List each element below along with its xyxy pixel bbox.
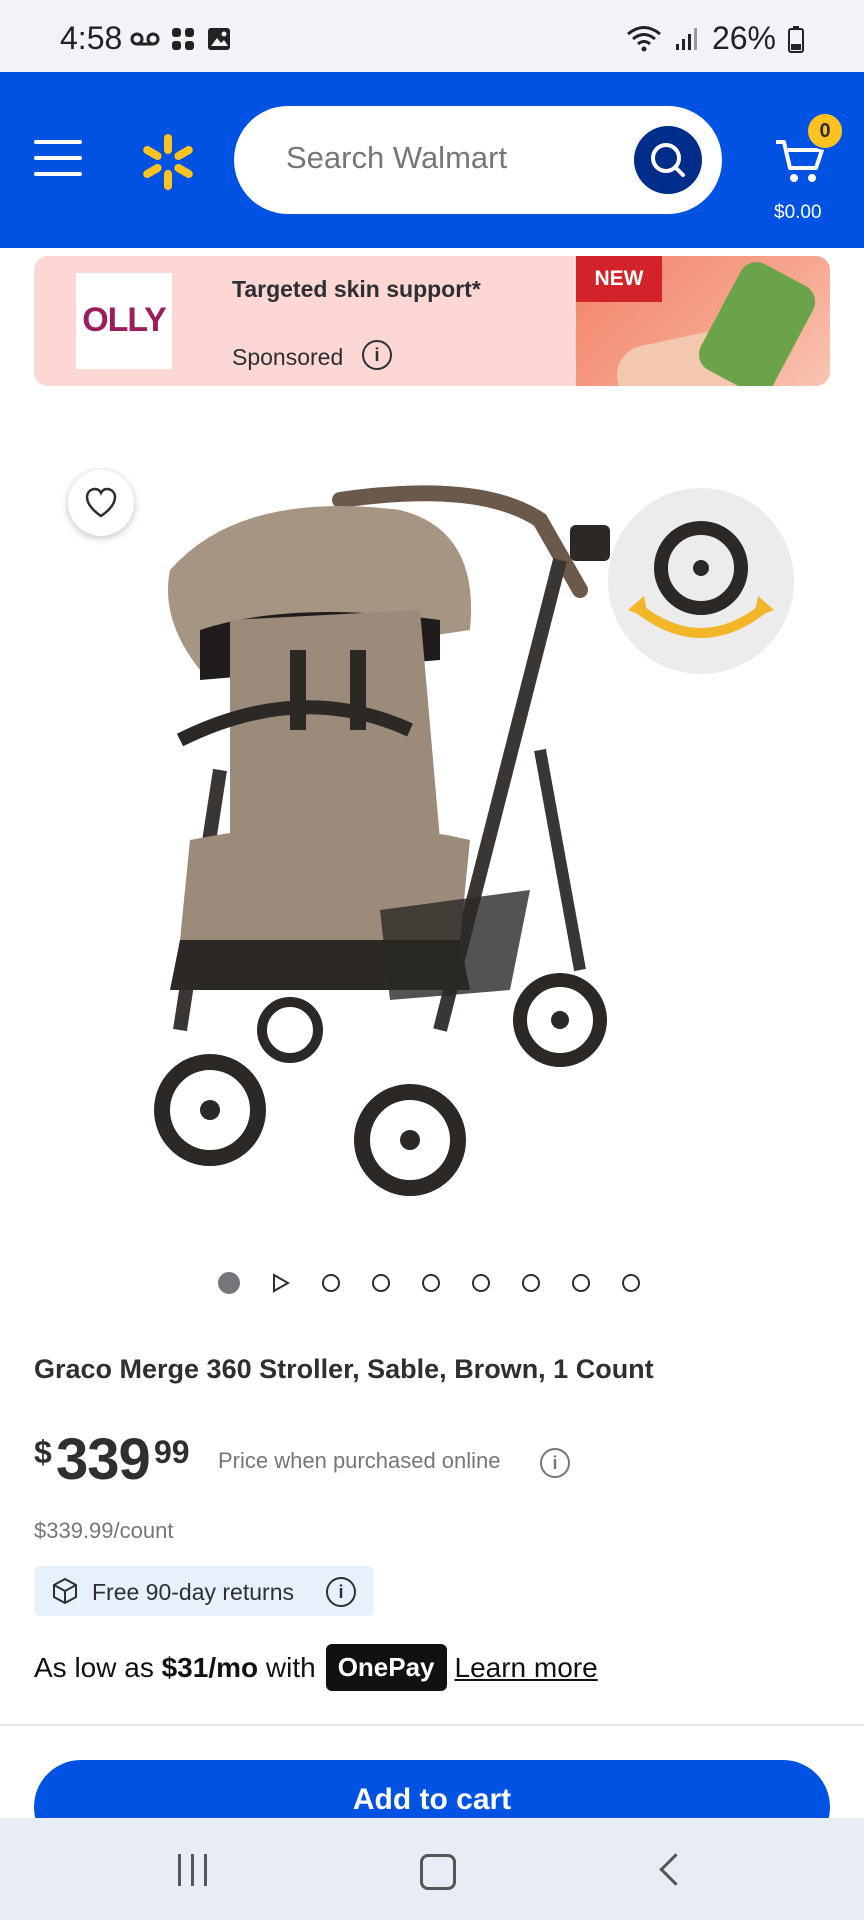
cart-total: $0.00	[774, 202, 822, 223]
swivel-wheel-icon	[628, 521, 774, 638]
image-carousel-dots	[218, 1272, 672, 1294]
financing-with: with	[265, 1651, 316, 1683]
supplement-bottle-image	[692, 256, 822, 386]
price-cents: 99	[154, 1434, 190, 1470]
system-nav-bar	[0, 1818, 864, 1920]
search-icon	[651, 143, 685, 177]
ad-title: Targeted skin support*	[232, 276, 481, 302]
product-image-stroller[interactable]	[140, 470, 620, 1210]
heart-icon	[85, 487, 117, 518]
ad-sponsored-label: Sponsored	[232, 344, 344, 370]
sponsored-ad-banner[interactable]: OLLY Targeted skin support* Sponsored i …	[34, 256, 830, 386]
menu-button[interactable]	[34, 140, 82, 180]
returns-info-icon[interactable]: i	[326, 1577, 356, 1607]
carousel-dot-1[interactable]	[218, 1272, 240, 1294]
cart-count-badge: 0	[806, 112, 844, 150]
price-dollars: 339	[56, 1427, 151, 1492]
status-right: 26%	[626, 20, 804, 57]
carousel-dot-6[interactable]	[472, 1274, 490, 1292]
home-button[interactable]	[420, 1854, 456, 1890]
price-note: Price when purchased online	[218, 1448, 501, 1473]
carousel-dot-9[interactable]	[622, 1274, 640, 1292]
status-bar: 4:58 26%	[0, 0, 864, 72]
price-info-icon[interactable]: i	[540, 1448, 570, 1478]
olly-logo: OLLY	[76, 273, 172, 369]
box-return-icon	[53, 1577, 77, 1605]
returns-text: Free 90-day returns	[92, 1579, 294, 1605]
search-button[interactable]	[634, 126, 702, 194]
notification-icons	[130, 26, 232, 52]
onepay-logo: OnePay	[325, 1644, 447, 1691]
ad-brand: OLLY	[82, 301, 167, 339]
carousel-dot-7[interactable]	[522, 1274, 540, 1292]
new-badge: NEW	[576, 256, 662, 302]
back-button[interactable]	[659, 1853, 692, 1886]
walmart-spark-icon[interactable]	[138, 132, 198, 192]
video-play-icon[interactable]	[272, 1273, 290, 1293]
wifi-icon	[627, 25, 661, 51]
signal-icon	[675, 27, 697, 50]
search-input[interactable]: Search Walmart	[234, 106, 722, 214]
favorite-button[interactable]	[68, 470, 134, 536]
search-placeholder: Search Walmart	[286, 140, 508, 175]
carousel-dot-8[interactable]	[572, 1274, 590, 1292]
app-header: Search Walmart 0 $0.00	[0, 72, 864, 248]
product-title: Graco Merge 360 Stroller, Sable, Brown, …	[34, 1354, 654, 1384]
apps-icon	[172, 28, 194, 50]
returns-badge: Free 90-day returns i	[34, 1566, 374, 1616]
ad-info-icon[interactable]: i	[362, 340, 392, 370]
status-time: 4:58	[60, 20, 123, 56]
financing-row: As low as $31/mo with OnePay Learn more	[34, 1644, 598, 1691]
carousel-dot-3[interactable]	[322, 1274, 340, 1292]
price-currency: $	[34, 1434, 52, 1470]
divider	[0, 1724, 864, 1726]
learn-more-link[interactable]: Learn more	[455, 1652, 598, 1684]
battery-percent: 26%	[711, 20, 776, 56]
wheel-feature-inset	[608, 488, 794, 674]
recents-button[interactable]	[178, 1854, 207, 1886]
ad-product-image: NEW	[576, 256, 830, 386]
image-icon	[208, 28, 230, 50]
financing-prefix: As low as	[34, 1651, 154, 1683]
carousel-dot-5[interactable]	[422, 1274, 440, 1292]
cart-button[interactable]: 0 $0.00	[770, 112, 850, 232]
voicemail-icon	[130, 32, 160, 46]
financing-amount: $31/mo	[161, 1651, 259, 1683]
battery-icon	[788, 25, 804, 53]
carousel-dot-4[interactable]	[372, 1274, 390, 1292]
unit-price: $339.99/count	[34, 1518, 174, 1543]
